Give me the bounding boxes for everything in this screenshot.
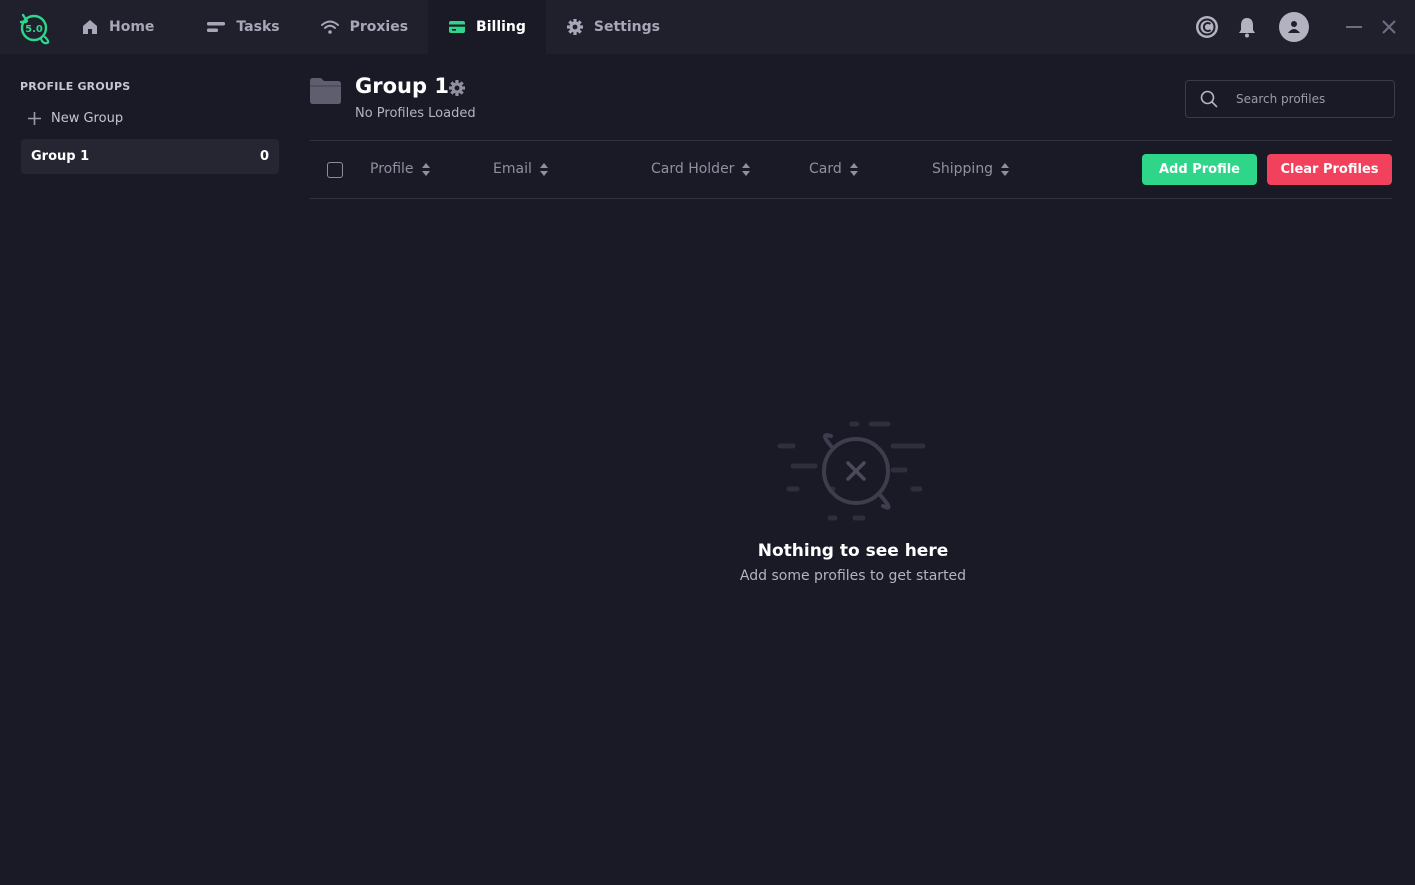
select-all-checkbox[interactable] [327,162,343,178]
header-divider [310,140,1392,141]
nav-proxies-label: Proxies [349,19,409,35]
close-button[interactable] [1380,18,1398,36]
column-card-holder[interactable]: Card Holder [651,161,751,177]
credits-button[interactable] [1195,15,1219,39]
column-profile-label: Profile [370,161,414,177]
home-icon [83,20,97,34]
group-settings-icon[interactable] [448,79,466,97]
table-header-divider [310,198,1392,199]
column-card-holder-label: Card Holder [651,161,735,177]
clear-profiles-button[interactable]: Clear Profiles [1267,154,1392,185]
nav-tasks[interactable]: Tasks [174,0,299,54]
nav-settings-label: Settings [593,19,660,35]
sort-icon [742,162,751,176]
folder-icon [310,78,341,104]
top-right-controls [1195,0,1415,54]
sidebar-group-item[interactable]: Group 1 0 [21,139,279,174]
new-group-label: New Group [51,111,124,126]
plus-icon [28,112,41,125]
credits-icon [1196,16,1218,38]
gear-icon [566,19,583,35]
column-email-label: Email [493,161,532,177]
nav-billing[interactable]: Billing [428,0,546,54]
notifications-button[interactable] [1235,15,1259,39]
search-box [1185,80,1395,118]
column-card[interactable]: Card [809,161,858,177]
logo-text: 5.0 [25,24,43,35]
bell-icon [1239,18,1255,38]
group-name: Group 1 [31,149,90,164]
page-subtitle: No Profiles Loaded [355,106,476,121]
nav-settings[interactable]: Settings [546,0,680,54]
add-profile-button[interactable]: Add Profile [1142,154,1257,185]
nav-home-label: Home [109,19,155,35]
column-card-label: Card [809,161,842,177]
sort-icon [421,162,430,176]
group-count: 0 [259,149,269,164]
column-shipping[interactable]: Shipping [932,161,1010,177]
empty-state-title: Nothing to see here [757,541,949,561]
column-profile[interactable]: Profile [370,161,430,177]
app-logo: 5.0 [19,13,50,45]
main-nav: Home Tasks Proxies Billing Settings [79,0,680,54]
user-avatar[interactable] [1279,12,1309,42]
wifi-icon [320,20,339,34]
search-icon [1200,90,1218,108]
column-shipping-label: Shipping [932,161,994,177]
nav-proxies[interactable]: Proxies [300,0,428,54]
top-bar: 5.0 Home Tasks Proxies Billing Settings [0,0,1415,54]
nav-billing-label: Billing [476,19,526,35]
close-icon [1382,20,1396,34]
empty-state-subtitle: Add some profiles to get started [739,568,967,584]
sort-icon [849,162,858,176]
sidebar: PROFILE GROUPS New Group Group 1 0 [0,54,296,885]
column-email[interactable]: Email [493,161,548,177]
minimize-icon [1346,26,1362,28]
tasks-icon [207,22,226,32]
nav-tasks-label: Tasks [236,19,280,35]
nav-home[interactable]: Home [79,0,174,54]
sort-icon [1001,162,1010,176]
card-icon [449,21,466,33]
sort-icon [539,162,548,176]
new-group-button[interactable]: New Group [28,111,123,126]
sidebar-title: PROFILE GROUPS [20,80,131,93]
search-input[interactable] [1236,92,1386,106]
user-icon [1288,21,1300,33]
page-title: Group 1 [355,74,449,98]
minimize-button[interactable] [1345,18,1363,36]
empty-planet-icon [777,421,926,521]
